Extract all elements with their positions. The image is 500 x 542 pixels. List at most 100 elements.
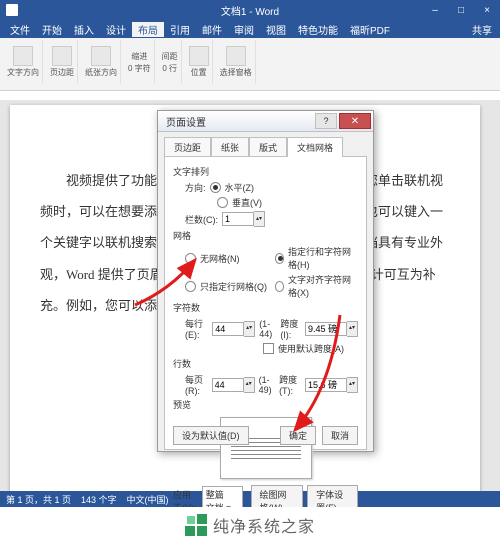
label: 使用默认跨度(A)	[278, 342, 344, 355]
section-chars: 字符数	[173, 301, 358, 314]
char-pitch-input[interactable]	[305, 322, 347, 336]
tab-insert[interactable]: 插入	[68, 22, 100, 37]
char-pitch-label: 跨度(I):	[280, 317, 301, 340]
tab-layout[interactable]: 布局	[132, 22, 164, 37]
ribbon-selection-pane[interactable]: 选择窗格	[217, 40, 256, 84]
checkbox-default-pitch[interactable]	[263, 343, 274, 354]
label: 纸张方向	[85, 67, 117, 78]
tab-margins[interactable]: 页边距	[164, 137, 211, 157]
minimize-button[interactable]: –	[422, 0, 448, 20]
label: 缩进	[131, 51, 147, 62]
chars-per-line-spinner[interactable]: ▴▾	[212, 321, 255, 337]
label: 只指定行网格(Q)	[200, 280, 267, 293]
word-icon	[6, 4, 18, 16]
set-default-button[interactable]: 设为默认值(D)	[173, 426, 249, 445]
lines-per-page-label: 每页(R):	[185, 373, 208, 396]
radio-align-grid[interactable]	[275, 281, 285, 292]
tab-home[interactable]: 开始	[36, 22, 68, 37]
ribbon: 文字方向 页边距 纸张方向 缩进0 字符 间距0 行 位置 选择窗格	[0, 38, 500, 91]
tab-paper[interactable]: 纸张	[211, 137, 249, 157]
spin-arrows-icon[interactable]: ▴▾	[244, 321, 255, 337]
section-text-direction: 文字排列	[173, 165, 358, 178]
label: 文字方向	[7, 67, 39, 78]
cancel-button[interactable]: 取消	[322, 426, 358, 445]
watermark-logo-icon	[185, 514, 207, 536]
label: 垂直(V)	[232, 196, 262, 209]
radio-char-grid[interactable]	[275, 253, 284, 264]
radio-vertical[interactable]	[217, 197, 228, 208]
chars-per-line-label: 每行(E):	[185, 317, 208, 340]
spacing-before-value[interactable]: 0 行	[162, 63, 177, 74]
tab-view[interactable]: 视图	[260, 22, 292, 37]
lines-per-page-input[interactable]	[212, 378, 244, 392]
dialog-tabs: 页边距 纸张 版式 文档网格	[158, 132, 373, 156]
maximize-button[interactable]: □	[448, 0, 474, 20]
ribbon-orientation[interactable]: 纸张方向	[82, 40, 121, 84]
help-button[interactable]: ?	[315, 113, 337, 129]
tab-review[interactable]: 审阅	[228, 22, 260, 37]
tab-file[interactable]: 文件	[4, 22, 36, 37]
tab-special[interactable]: 特色功能	[292, 22, 344, 37]
dialog-body: 文字排列 方向: 水平(Z) 垂直(V) 栏数(C): ▴▾ 网格 无网格(N)…	[164, 156, 367, 450]
status-word-count[interactable]: 143 个字	[81, 493, 117, 506]
line-pitch-input[interactable]	[305, 378, 347, 392]
spin-arrows-icon[interactable]: ▴▾	[254, 211, 265, 227]
spin-arrows-icon[interactable]: ▴▾	[244, 377, 255, 393]
ok-button[interactable]: 确定	[280, 426, 316, 445]
page-setup-dialog: 页面设置 ? ✕ 页边距 纸张 版式 文档网格 文字排列 方向: 水平(Z) 垂…	[157, 110, 374, 452]
columns-label: 栏数(C):	[185, 213, 218, 226]
tab-design[interactable]: 设计	[100, 22, 132, 37]
tab-pdf[interactable]: 福昕PDF	[344, 22, 396, 37]
indent-left-value[interactable]: 0 字符	[128, 63, 151, 74]
label: 无网格(N)	[200, 252, 240, 265]
watermark-text: 纯净系统之家	[213, 513, 315, 537]
chars-per-line-range: (1-44)	[259, 319, 276, 339]
label: 文字对齐字符网格(X)	[288, 273, 358, 299]
radio-horizontal[interactable]	[210, 182, 221, 193]
tab-layout-tab[interactable]: 版式	[249, 137, 287, 157]
dialog-title: 页面设置	[166, 114, 206, 129]
window-buttons: – □ ×	[422, 0, 500, 20]
selection-pane-icon	[226, 46, 246, 66]
orientation-icon	[91, 46, 111, 66]
columns-spinner[interactable]: ▴▾	[222, 211, 265, 227]
status-page[interactable]: 第 1 页，共 1 页	[6, 493, 71, 506]
margins-icon	[52, 46, 72, 66]
section-lines: 行数	[173, 357, 358, 370]
window-title: 文档1 - Word	[221, 3, 279, 18]
close-window-button[interactable]: ×	[474, 0, 500, 20]
direction-label: 方向:	[185, 181, 206, 194]
ribbon-margins[interactable]: 页边距	[47, 40, 78, 84]
ribbon-text-direction[interactable]: 文字方向	[4, 40, 43, 84]
position-icon	[189, 46, 209, 66]
lines-per-page-spinner[interactable]: ▴▾	[212, 377, 255, 393]
tab-references[interactable]: 引用	[164, 22, 196, 37]
label: 位置	[191, 67, 207, 78]
char-pitch-spinner[interactable]: ▴▾	[305, 321, 358, 337]
watermark: 纯净系统之家	[0, 507, 500, 542]
line-pitch-spinner[interactable]: ▴▾	[305, 377, 358, 393]
line-pitch-label: 跨度(T):	[279, 373, 301, 396]
tab-document-grid[interactable]: 文档网格	[287, 137, 343, 157]
label: 水平(Z)	[225, 181, 255, 194]
lines-per-page-range: (1-49)	[259, 375, 275, 395]
label: 选择窗格	[220, 67, 252, 78]
close-button[interactable]: ✕	[339, 113, 371, 129]
label: 间距	[162, 51, 178, 62]
dialog-titlebar[interactable]: 页面设置 ? ✕	[158, 111, 373, 132]
radio-line-grid[interactable]	[185, 281, 196, 292]
titlebar: 文档1 - Word – □ ×	[0, 0, 500, 20]
chars-per-line-input[interactable]	[212, 322, 244, 336]
text-direction-icon	[13, 46, 33, 66]
ribbon-indent: 缩进0 字符	[125, 40, 155, 84]
status-language[interactable]: 中文(中国)	[127, 493, 169, 506]
radio-no-grid[interactable]	[185, 253, 196, 264]
ribbon-position[interactable]: 位置	[186, 40, 213, 84]
spin-arrows-icon[interactable]: ▴▾	[347, 377, 358, 393]
tab-mailings[interactable]: 邮件	[196, 22, 228, 37]
share-button[interactable]: 共享	[464, 22, 500, 37]
columns-input[interactable]	[222, 212, 254, 226]
spin-arrows-icon[interactable]: ▴▾	[347, 321, 358, 337]
label: 页边距	[50, 67, 74, 78]
section-preview: 预览	[173, 398, 358, 411]
